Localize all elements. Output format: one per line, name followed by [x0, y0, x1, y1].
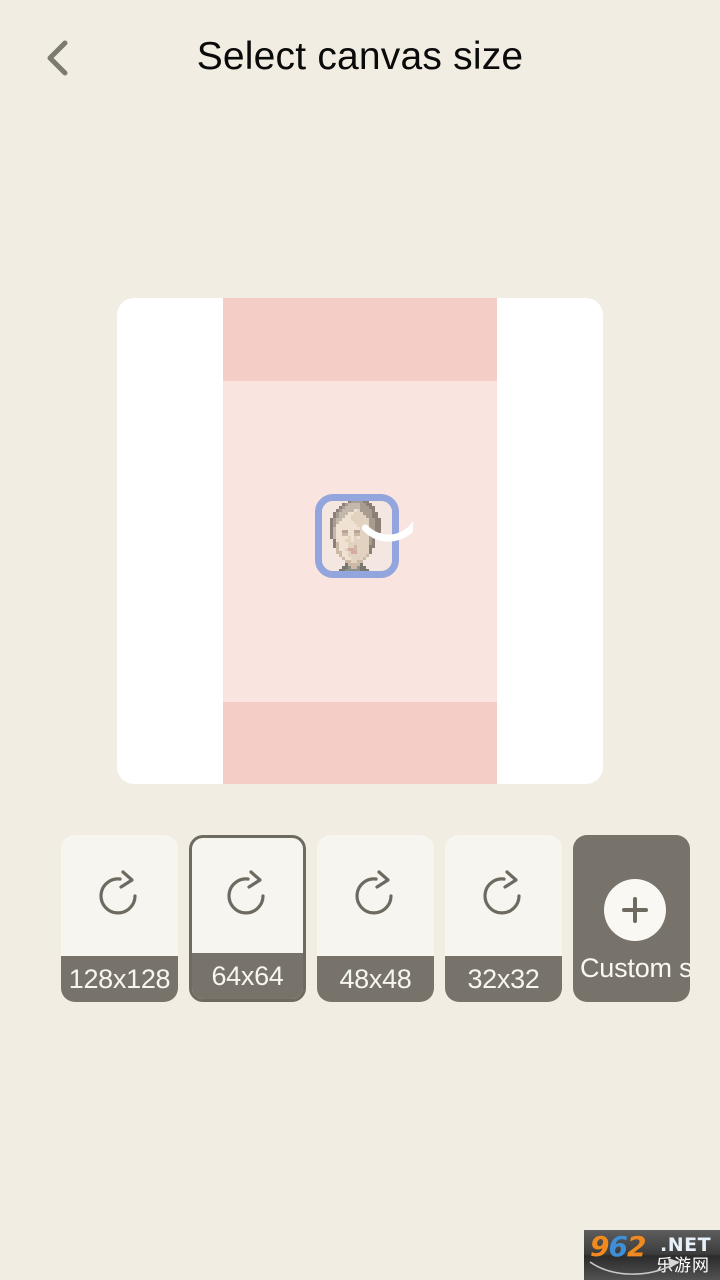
custom-size-label: Custom size [580, 953, 690, 983]
size-option-48[interactable]: 48x48 [317, 835, 434, 1002]
page-title: Select canvas size [196, 35, 524, 78]
rotate-cw-icon [317, 835, 434, 957]
avatar-loading-group [315, 486, 413, 578]
size-option-label: 128x128 [61, 956, 178, 1002]
size-option-128[interactable]: 128x128 [61, 835, 178, 1002]
app-header: Select canvas size [0, 0, 720, 110]
rotate-cw-icon [192, 838, 303, 954]
site-watermark: 962 .NET 乐游网 [584, 1230, 720, 1280]
custom-size-button[interactable]: Custom size [573, 835, 690, 1002]
watermark-swoosh-icon [589, 1258, 680, 1275]
size-option-label: 64x64 [192, 953, 303, 999]
size-option-64[interactable]: 64x64 [189, 835, 306, 1002]
plus-icon [604, 879, 666, 941]
watermark-net: .NET [660, 1234, 712, 1256]
size-option-label: 32x32 [445, 956, 562, 1002]
rotate-cw-icon [445, 835, 562, 957]
rotate-cw-icon [61, 835, 178, 957]
size-option-label: 48x48 [317, 956, 434, 1002]
size-option-32[interactable]: 32x32 [445, 835, 562, 1002]
canvas-preview-card [117, 298, 603, 784]
pixel-art-face-avatar [315, 494, 399, 578]
canvas-size-options: 128x128 64x64 48x48 32x32 Custom s [61, 835, 720, 1003]
